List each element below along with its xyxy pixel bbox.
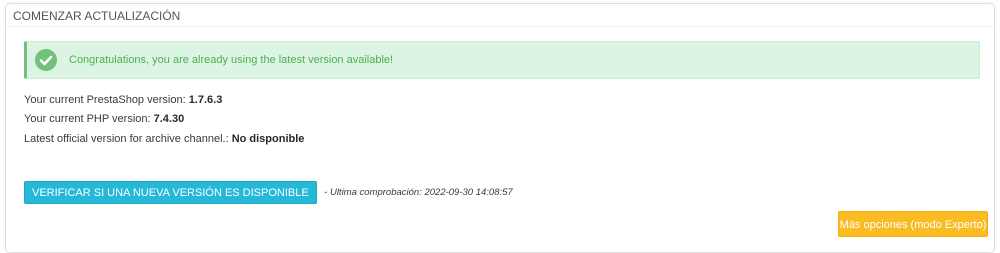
php-version-line: Your current PHP version: 7.4.30 bbox=[24, 113, 184, 125]
prestashop-version-value: 1.7.6.3 bbox=[188, 94, 223, 106]
upgrade-panel: COMENZAR ACTUALIZACIÓN Congratulations, … bbox=[5, 3, 995, 253]
prestashop-version-label: Your current PrestaShop version: bbox=[24, 94, 189, 106]
php-version-value: 7.4.30 bbox=[153, 113, 185, 125]
prestashop-version-line: Your current PrestaShop version: 1.7.6.3 bbox=[24, 94, 222, 106]
channel-version-line: Latest official version for archive chan… bbox=[24, 133, 304, 145]
check-circle-icon bbox=[35, 49, 57, 71]
php-version-label: Your current PHP version: bbox=[24, 113, 154, 125]
success-alert: Congratulations, you are already using t… bbox=[24, 41, 980, 79]
alert-message: Congratulations, you are already using t… bbox=[69, 54, 394, 66]
panel-title: COMENZAR ACTUALIZACIÓN bbox=[6, 4, 994, 27]
check-update-row: VERIFICAR SI UNA NUEVA VERSIÓN ES DISPON… bbox=[24, 181, 513, 204]
channel-version-label: Latest official version for archive chan… bbox=[24, 133, 232, 145]
check-update-button[interactable]: VERIFICAR SI UNA NUEVA VERSIÓN ES DISPON… bbox=[24, 181, 317, 204]
last-check-text: - Ultima comprobación: 2022-09-30 14:08:… bbox=[324, 187, 513, 198]
expert-mode-button[interactable]: Más opciones (modo Experto) bbox=[838, 211, 988, 237]
channel-version-value: No disponible bbox=[231, 133, 305, 145]
